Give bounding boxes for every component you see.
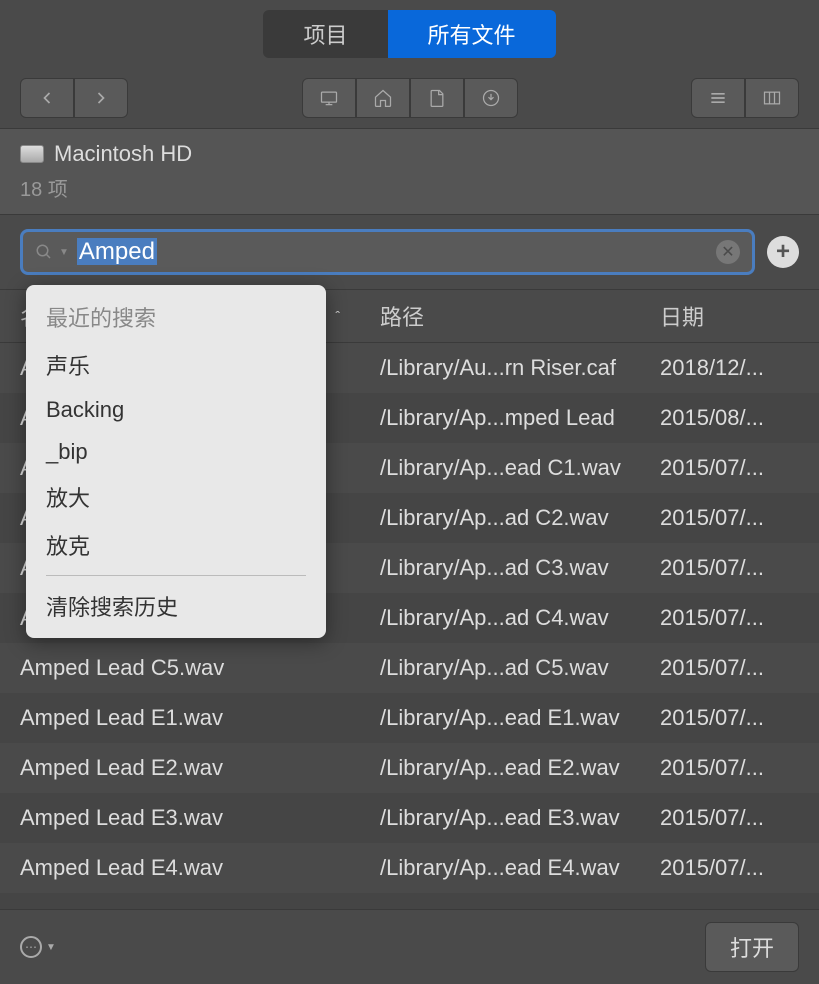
file-path-cell: /Library/Ap...ad C3.wav [360,555,640,581]
search-history-item[interactable]: _bip [26,431,326,473]
search-history-dropdown: 最近的搜索 声乐 Backing _bip 放大 放克 清除搜索历史 [26,285,326,638]
file-name-cell: Amped Lead C5.wav [0,655,360,681]
table-row[interactable]: Amped Lead E3.wav /Library/Ap...ead E3.w… [0,793,819,843]
nav-group [20,78,128,118]
file-date-cell: 2015/07/... [640,855,819,881]
action-menu-button[interactable]: ⋯ ▼ [20,936,56,958]
search-field[interactable]: ▼ Amped ✕ [20,229,755,275]
file-date-cell: 2018/12/... [640,355,819,381]
file-date-cell: 2015/07/... [640,705,819,731]
search-row: ▼ Amped ✕ + 最近的搜索 声乐 Backing _bip 放大 放克 … [0,215,819,289]
file-browser-window: 项目 所有文件 [0,0,819,984]
file-path-cell: /Library/Ap...ad C2.wav [360,505,640,531]
table-row[interactable]: Amped Lead C5.wav /Library/Ap...ad C5.wa… [0,643,819,693]
file-date-cell: 2015/07/... [640,555,819,581]
chevron-left-icon [37,88,57,108]
location-name: Macintosh HD [54,141,192,167]
dropdown-header: 最近的搜索 [26,293,326,341]
file-path-cell: /Library/Ap...mped Lead [360,405,640,431]
home-icon [373,88,393,108]
documents-button[interactable] [410,78,464,118]
view-group [691,78,799,118]
divider [46,575,306,576]
file-date-cell: 2015/08/... [640,405,819,431]
search-history-item[interactable]: 放大 [26,473,326,521]
bottom-bar: ⋯ ▼ 打开 [0,909,819,984]
plus-icon: + [776,238,790,266]
file-date-cell: 2015/07/... [640,805,819,831]
download-icon [481,88,501,108]
ellipsis-icon: ⋯ [20,936,42,958]
drive-icon [20,145,44,163]
open-button[interactable]: 打开 [705,922,799,972]
clear-history-item[interactable]: 清除搜索历史 [26,582,326,630]
computer-icon [319,88,339,108]
computer-button[interactable] [302,78,356,118]
file-path-cell: /Library/Ap...ad C5.wav [360,655,640,681]
tab-project[interactable]: 项目 [263,10,387,58]
file-name-cell: Amped Lead E3.wav [0,805,360,831]
search-history-item[interactable]: Backing [26,389,326,431]
sort-ascending-icon: ˆ [335,308,340,324]
chevron-right-icon [91,88,111,108]
file-date-cell: 2015/07/... [640,655,819,681]
list-view-button[interactable] [691,78,745,118]
home-button[interactable] [356,78,410,118]
location-bar: Macintosh HD 18 项 [0,128,819,215]
file-path-cell: /Library/Ap...ead C1.wav [360,455,640,481]
file-path-cell: /Library/Ap...ad C4.wav [360,605,640,631]
file-name-cell: Amped Lead E4.wav [0,855,360,881]
file-name-cell: Amped Lead E2.wav [0,755,360,781]
document-icon [427,88,447,108]
column-date[interactable]: 日期 [640,300,819,332]
tab-all-files[interactable]: 所有文件 [388,10,556,58]
file-date-cell: 2015/07/... [640,755,819,781]
file-path-cell: /Library/Ap...ead E2.wav [360,755,640,781]
location-group [302,78,518,118]
search-input[interactable]: Amped [77,238,716,266]
chevron-down-icon[interactable]: ▼ [59,247,69,258]
file-date-cell: 2015/07/... [640,455,819,481]
column-view-button[interactable] [745,78,799,118]
table-row[interactable]: Amped Lead E4.wav /Library/Ap...ead E4.w… [0,843,819,893]
back-button[interactable] [20,78,74,118]
forward-button[interactable] [74,78,128,118]
file-path-cell: /Library/Au...rn Riser.caf [360,355,640,381]
downloads-button[interactable] [464,78,518,118]
list-icon [708,88,728,108]
search-history-item[interactable]: 声乐 [26,341,326,389]
search-history-item[interactable]: 放克 [26,521,326,569]
file-date-cell: 2015/07/... [640,505,819,531]
table-row[interactable]: Amped Lead E1.wav /Library/Ap...ead E1.w… [0,693,819,743]
search-icon [35,243,53,261]
file-path-cell: /Library/Ap...ead E1.wav [360,705,640,731]
file-path-cell: /Library/Ap...ead E3.wav [360,805,640,831]
file-name-cell: Amped Lead E1.wav [0,705,360,731]
top-tabs: 项目 所有文件 [0,0,819,68]
chevron-down-icon: ▼ [46,942,56,953]
table-row[interactable]: Amped Lead E5.wav /Library/Ap...ead E5.w… [0,893,819,909]
add-filter-button[interactable]: + [767,236,799,268]
column-path[interactable]: 路径 [360,300,640,332]
toolbar [0,68,819,128]
clear-search-button[interactable]: ✕ [716,240,740,264]
item-count: 18 项 [20,173,799,202]
columns-icon [762,88,782,108]
table-row[interactable]: Amped Lead E2.wav /Library/Ap...ead E2.w… [0,743,819,793]
close-icon: ✕ [721,242,734,262]
file-date-cell: 2015/07/... [640,605,819,631]
file-path-cell: /Library/Ap...ead E4.wav [360,855,640,881]
